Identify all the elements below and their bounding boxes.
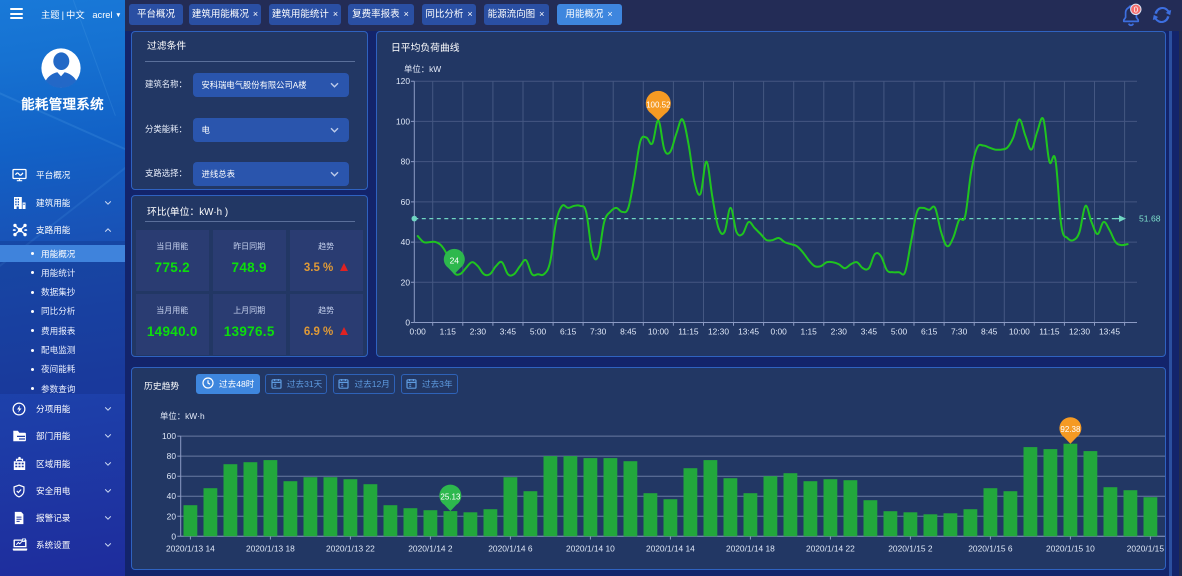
svg-text:0:00: 0:00 bbox=[410, 327, 427, 337]
svg-text:2:30: 2:30 bbox=[831, 327, 848, 337]
svg-text:2020/1/15 10: 2020/1/15 10 bbox=[1046, 544, 1095, 554]
svg-text:3:45: 3:45 bbox=[500, 327, 517, 337]
svg-text:单位：kW: 单位：kW bbox=[404, 64, 441, 74]
svg-text:5:00: 5:00 bbox=[891, 327, 908, 337]
svg-text:8:45: 8:45 bbox=[981, 327, 998, 337]
svg-text:2020/1/14 2: 2020/1/14 2 bbox=[408, 544, 453, 554]
svg-text:2020/1/13 14: 2020/1/13 14 bbox=[166, 544, 215, 554]
svg-text:0: 0 bbox=[1134, 5, 1139, 14]
svg-text:12:30: 12:30 bbox=[1069, 327, 1090, 337]
svg-text:6:15: 6:15 bbox=[560, 327, 577, 337]
svg-text:24: 24 bbox=[450, 255, 460, 265]
svg-text:5:00: 5:00 bbox=[530, 327, 547, 337]
svg-text:1:15: 1:15 bbox=[440, 327, 457, 337]
svg-text:10:00: 10:00 bbox=[648, 327, 669, 337]
svg-text:2:30: 2:30 bbox=[470, 327, 487, 337]
svg-text:0:00: 0:00 bbox=[771, 327, 788, 337]
svg-text:2020/1/15 2: 2020/1/15 2 bbox=[888, 544, 933, 554]
svg-text:80: 80 bbox=[401, 157, 411, 167]
svg-text:2020/1/15: 2020/1/15 bbox=[1127, 544, 1165, 554]
svg-text:2020/1/15 6: 2020/1/15 6 bbox=[968, 544, 1013, 554]
svg-text:6:15: 6:15 bbox=[921, 327, 938, 337]
svg-text:40: 40 bbox=[167, 491, 177, 501]
svg-text:100: 100 bbox=[162, 431, 176, 441]
svg-text:11:15: 11:15 bbox=[1039, 327, 1060, 337]
svg-text:51.68: 51.68 bbox=[1139, 214, 1161, 224]
svg-text:13:45: 13:45 bbox=[738, 327, 759, 337]
svg-text:2020/1/13 22: 2020/1/13 22 bbox=[326, 544, 375, 554]
svg-text:100: 100 bbox=[396, 116, 410, 126]
svg-text:100.52: 100.52 bbox=[646, 100, 671, 109]
svg-text:2020/1/14 18: 2020/1/14 18 bbox=[726, 544, 775, 554]
svg-text:13:45: 13:45 bbox=[1099, 327, 1120, 337]
svg-text:1:15: 1:15 bbox=[801, 327, 818, 337]
svg-text:120: 120 bbox=[396, 76, 410, 86]
svg-text:2020/1/14 6: 2020/1/14 6 bbox=[488, 544, 533, 554]
svg-text:92.38: 92.38 bbox=[1060, 425, 1081, 434]
svg-text:25.13: 25.13 bbox=[440, 493, 461, 502]
svg-text:7:30: 7:30 bbox=[951, 327, 968, 337]
svg-text:20: 20 bbox=[401, 277, 411, 287]
svg-text:8:45: 8:45 bbox=[620, 327, 637, 337]
svg-text:2020/1/14 10: 2020/1/14 10 bbox=[566, 544, 615, 554]
svg-text:60: 60 bbox=[401, 197, 411, 207]
svg-text:80: 80 bbox=[167, 451, 177, 461]
svg-text:11:15: 11:15 bbox=[678, 327, 699, 337]
svg-text:0: 0 bbox=[171, 531, 176, 541]
svg-text:2020/1/14 14: 2020/1/14 14 bbox=[646, 544, 695, 554]
svg-text:12:30: 12:30 bbox=[708, 327, 729, 337]
svg-text:7:30: 7:30 bbox=[590, 327, 607, 337]
svg-text:10:00: 10:00 bbox=[1009, 327, 1030, 337]
svg-text:60: 60 bbox=[167, 471, 177, 481]
svg-text:日平均负荷曲线: 日平均负荷曲线 bbox=[391, 41, 460, 54]
svg-text:2020/1/13 18: 2020/1/13 18 bbox=[246, 544, 295, 554]
svg-text:20: 20 bbox=[167, 511, 177, 521]
svg-text:2020/1/14 22: 2020/1/14 22 bbox=[806, 544, 855, 554]
svg-text:40: 40 bbox=[401, 237, 411, 247]
svg-text:单位：kW·h: 单位：kW·h bbox=[160, 411, 205, 421]
svg-text:3:45: 3:45 bbox=[861, 327, 878, 337]
